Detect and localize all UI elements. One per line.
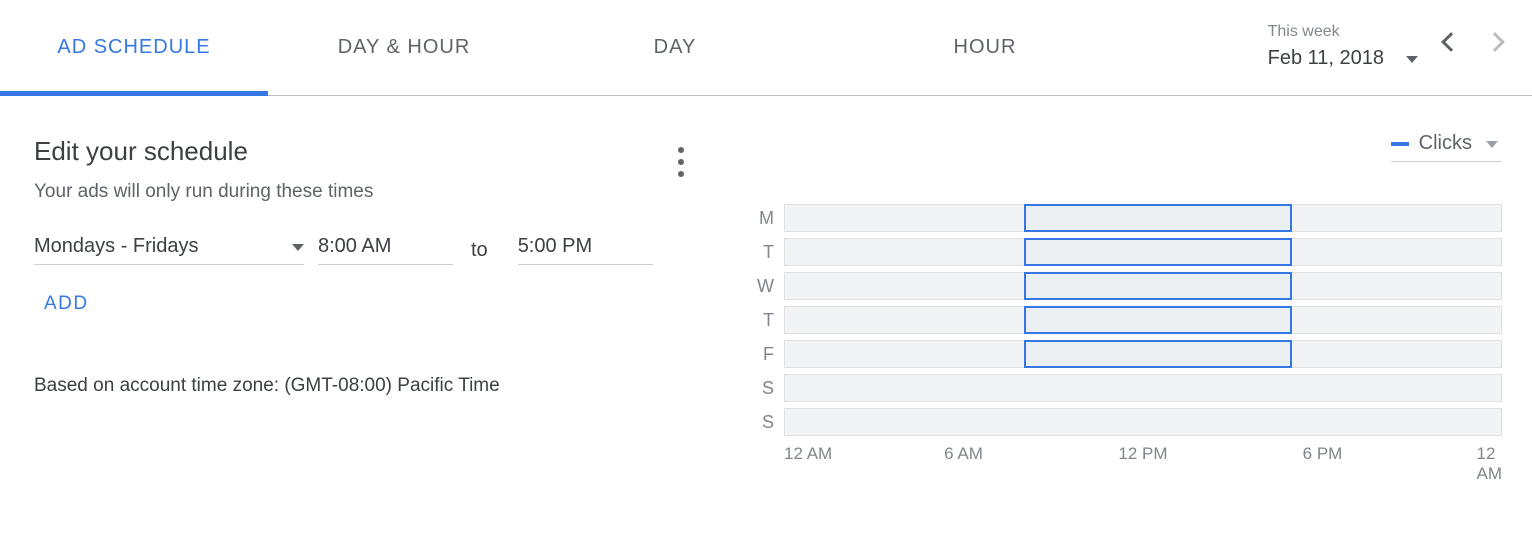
chart-row: M xyxy=(744,204,1502,232)
date-range-nav xyxy=(1444,35,1502,61)
content: Edit your schedule Your ads will only ru… xyxy=(0,96,1532,490)
chart-highlight xyxy=(1024,272,1293,300)
chart-highlight xyxy=(1024,306,1293,334)
timezone-note: Based on account time zone: (GMT-08:00) … xyxy=(34,375,684,397)
chart-row-track[interactable] xyxy=(784,374,1502,402)
chart-row-label: T xyxy=(744,242,774,263)
to-label: to xyxy=(471,239,488,262)
chevron-down-icon xyxy=(292,244,304,251)
chart-highlight xyxy=(1024,340,1293,368)
metric-label: Clicks xyxy=(1419,132,1472,155)
chart-row: T xyxy=(744,306,1502,334)
axis-tick: 12 PM xyxy=(1118,444,1167,464)
days-select-value: Mondays - Fridays xyxy=(34,235,199,258)
chart-row: S xyxy=(744,408,1502,436)
schedule-chart: Clicks MTWTFSS 12 AM6 AM12 PM6 PM12 AM xyxy=(744,136,1502,470)
chart-row-track[interactable] xyxy=(784,238,1502,266)
chart-row-label: W xyxy=(744,276,774,297)
chevron-right-icon[interactable] xyxy=(1485,32,1505,52)
chart-row-label: F xyxy=(744,344,774,365)
add-button[interactable]: ADD xyxy=(44,293,89,315)
chevron-down-icon xyxy=(1486,141,1498,148)
tabbar: AD SCHEDULE DAY & HOUR DAY HOUR This wee… xyxy=(0,0,1532,96)
end-time-value: 5:00 PM xyxy=(518,235,592,258)
chart-highlight xyxy=(1024,238,1293,266)
tab-ad-schedule[interactable]: AD SCHEDULE xyxy=(0,0,268,95)
chart-row-label: S xyxy=(744,412,774,433)
axis-tick: 12 AM xyxy=(784,444,832,464)
axis-tick: 12 AM xyxy=(1477,444,1503,484)
tab-day[interactable]: DAY xyxy=(540,0,810,95)
chart-row-track[interactable] xyxy=(784,272,1502,300)
metric-swatch-icon xyxy=(1391,142,1409,146)
date-range-picker[interactable]: This week Feb 11, 2018 xyxy=(1268,15,1418,80)
start-time-value: 8:00 AM xyxy=(318,235,391,258)
chevron-left-icon[interactable] xyxy=(1441,32,1461,52)
axis-tick: 6 AM xyxy=(944,444,983,464)
schedule-editor: Edit your schedule Your ads will only ru… xyxy=(34,136,684,470)
chart-row: S xyxy=(744,374,1502,402)
editor-subheading: Your ads will only run during these time… xyxy=(34,181,684,203)
chart-highlight xyxy=(1024,204,1293,232)
axis-tick: 6 PM xyxy=(1303,444,1343,464)
chart-row: F xyxy=(744,340,1502,368)
chart-row-label: S xyxy=(744,378,774,399)
date-range-value: Feb 11, 2018 xyxy=(1268,47,1384,70)
more-options-icon[interactable] xyxy=(678,144,684,180)
chart-row-track[interactable] xyxy=(784,204,1502,232)
start-time-input[interactable]: 8:00 AM xyxy=(318,235,453,265)
chart-row-track[interactable] xyxy=(784,340,1502,368)
editor-heading: Edit your schedule xyxy=(34,136,684,167)
tab-hour[interactable]: HOUR xyxy=(810,0,1160,95)
tab-day-and-hour[interactable]: DAY & HOUR xyxy=(268,0,540,95)
chart-row-label: M xyxy=(744,208,774,229)
days-select[interactable]: Mondays - Fridays xyxy=(34,235,304,265)
chart-row-label: T xyxy=(744,310,774,331)
date-range-label: This week xyxy=(1268,23,1340,41)
chevron-down-icon xyxy=(1406,56,1418,63)
end-time-input[interactable]: 5:00 PM xyxy=(518,235,653,265)
metric-select[interactable]: Clicks xyxy=(1391,132,1502,162)
chart-row: W xyxy=(744,272,1502,300)
chart-row-track[interactable] xyxy=(784,408,1502,436)
chart-row: T xyxy=(744,238,1502,266)
chart-row-track[interactable] xyxy=(784,306,1502,334)
schedule-row: Mondays - Fridays 8:00 AM to 5:00 PM xyxy=(34,235,684,265)
